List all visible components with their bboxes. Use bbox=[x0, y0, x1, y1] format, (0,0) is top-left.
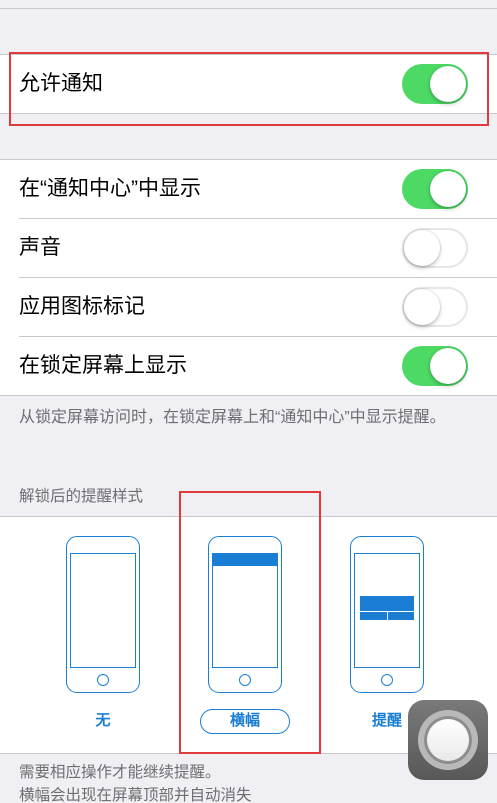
assistive-touch-center bbox=[427, 719, 469, 761]
alert-style-footer-line: 需要相应操作才能继续提醒。 bbox=[19, 764, 221, 781]
alert-style-none[interactable]: 无 bbox=[48, 536, 158, 736]
option-row-lock-screen: 在锁定屏幕上显示 bbox=[0, 337, 497, 395]
option-label: 声音 bbox=[19, 236, 61, 259]
alert-style-footer: 需要相应操作才能继续提醒。 横幅会出现在屏幕顶部并自动消失 bbox=[19, 761, 459, 803]
option-label: 应用图标标记 bbox=[19, 295, 145, 318]
banner-shape bbox=[212, 553, 277, 566]
toggle-knob bbox=[430, 66, 466, 102]
toggle-knob bbox=[430, 171, 466, 207]
toggle-knob bbox=[404, 289, 440, 325]
assistive-touch-icon[interactable] bbox=[408, 700, 488, 780]
option-row-sound: 声音 bbox=[0, 219, 497, 277]
option-row-badge-app-icon: 应用图标标记 bbox=[0, 278, 497, 336]
option-label: 在锁定屏幕上显示 bbox=[19, 354, 187, 377]
phone-screen bbox=[69, 552, 136, 668]
sound-toggle[interactable] bbox=[402, 228, 468, 268]
top-separator bbox=[0, 8, 497, 9]
alert-style-label: 横幅 bbox=[200, 709, 290, 734]
notification-options-group: 在“通知中心”中显示 声音 应用图标标记 在锁定屏幕上显示 bbox=[0, 159, 497, 396]
alert-style-footer-line: 横幅会出现在屏幕顶部并自动消失 bbox=[19, 787, 252, 803]
alert-style-header: 解锁后的提醒样式 bbox=[19, 488, 144, 505]
alert-style-banner[interactable]: 横幅 bbox=[190, 536, 300, 736]
phone-screen bbox=[211, 552, 278, 668]
phone-no-alert-icon bbox=[66, 536, 140, 693]
option-row-notification-center: 在“通知中心”中显示 bbox=[0, 160, 497, 218]
phone-banner-icon bbox=[208, 536, 282, 693]
phone-screen bbox=[353, 552, 420, 668]
allow-notifications-toggle[interactable] bbox=[402, 64, 468, 104]
home-button-icon bbox=[96, 673, 109, 686]
alert-button-divider bbox=[386, 612, 388, 620]
notification-center-toggle[interactable] bbox=[402, 169, 468, 209]
option-label: 在“通知中心”中显示 bbox=[19, 177, 201, 200]
badge-app-icon-toggle[interactable] bbox=[402, 287, 468, 327]
allow-notifications-group: 允许通知 bbox=[0, 54, 497, 114]
options-footer-text: 从锁定屏幕访问时，在锁定屏幕上和“通知中心”中显示提醒。 bbox=[19, 409, 446, 426]
lock-screen-toggle[interactable] bbox=[402, 346, 468, 386]
toggle-knob bbox=[404, 230, 440, 266]
allow-notifications-label: 允许通知 bbox=[19, 72, 103, 95]
toggle-knob bbox=[430, 348, 466, 384]
phone-alert-icon bbox=[350, 536, 424, 693]
allow-notifications-row: 允许通知 bbox=[0, 55, 497, 113]
alert-dialog-shape bbox=[360, 596, 414, 620]
alert-style-label: 无 bbox=[95, 712, 111, 729]
home-button-icon bbox=[238, 673, 251, 686]
home-button-icon bbox=[380, 673, 393, 686]
